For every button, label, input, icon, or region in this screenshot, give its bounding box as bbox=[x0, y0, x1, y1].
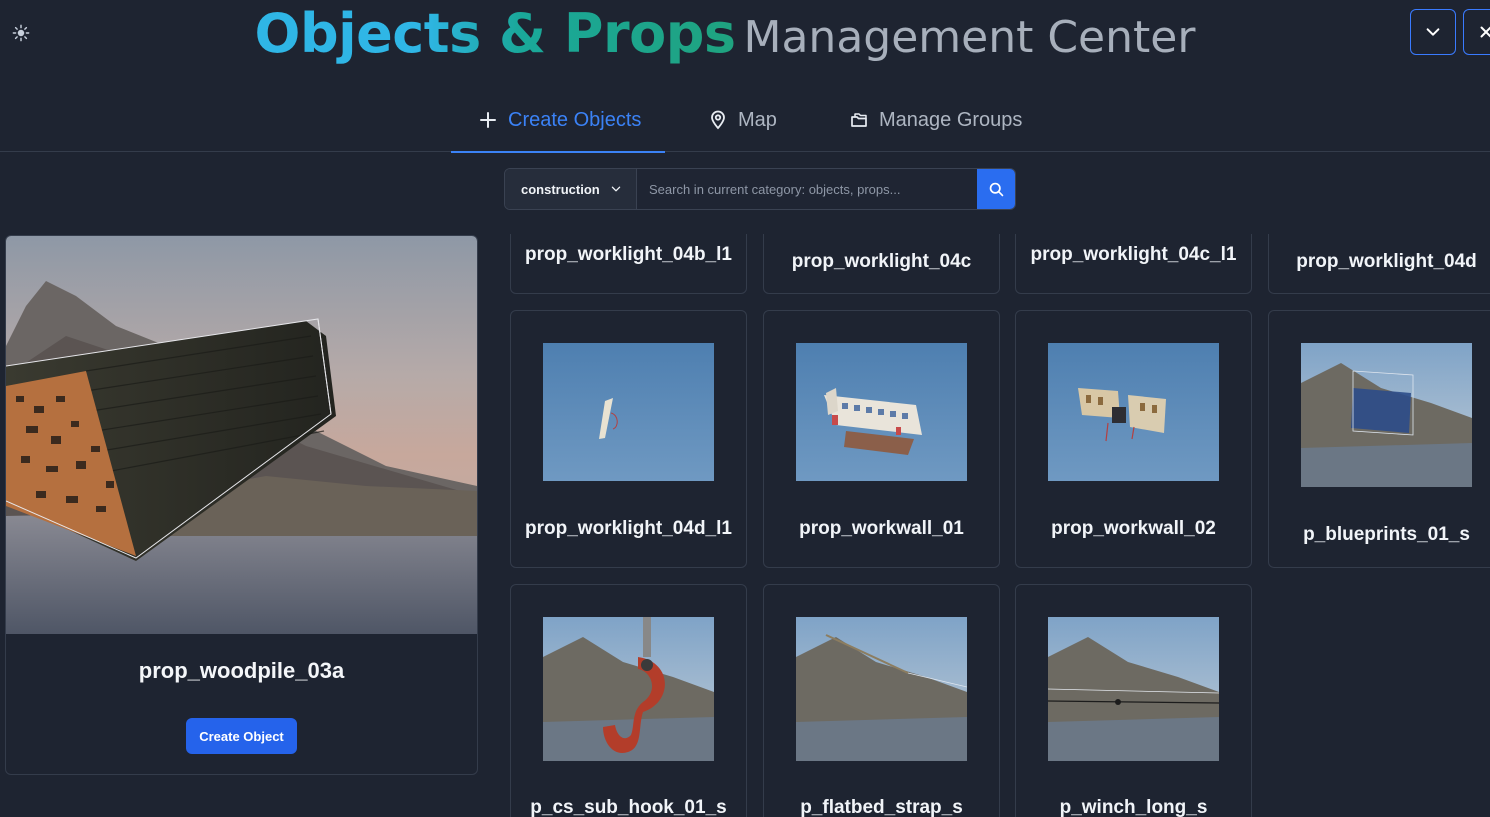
plus-icon bbox=[480, 112, 496, 128]
category-value: construction bbox=[521, 181, 600, 197]
tab-label: Manage Groups bbox=[879, 108, 1023, 131]
object-card[interactable]: prop_workwall_02 bbox=[1015, 310, 1252, 568]
object-thumbnail bbox=[796, 343, 967, 481]
object-name: prop_workwall_01 bbox=[799, 518, 964, 539]
create-object-button[interactable]: Create Object bbox=[186, 718, 297, 754]
close-button[interactable] bbox=[1463, 9, 1490, 55]
grid-clip bbox=[500, 212, 1490, 234]
tab-bar: Create Objects Map Manage Groups bbox=[0, 88, 1490, 153]
object-card[interactable]: p_cs_sub_hook_01_s bbox=[510, 584, 747, 817]
search-icon bbox=[989, 182, 1003, 196]
tab-manage-groups[interactable]: Manage Groups bbox=[849, 88, 1022, 152]
preview-image bbox=[6, 236, 477, 634]
object-card[interactable]: p_blueprints_01_s bbox=[1268, 310, 1490, 568]
tab-label: Map bbox=[738, 108, 777, 131]
object-name: prop_worklight_04d_l1 bbox=[525, 518, 732, 539]
object-thumbnail bbox=[1048, 343, 1219, 481]
object-thumbnail bbox=[1301, 343, 1472, 487]
object-thumbnail bbox=[1048, 617, 1219, 761]
object-name: p_flatbed_strap_s bbox=[800, 797, 963, 817]
object-card[interactable]: prop_workwall_01 bbox=[763, 310, 1000, 568]
map-pin-icon bbox=[711, 110, 725, 130]
page-title: Objects & Props Management Center bbox=[0, 2, 1450, 65]
object-card[interactable]: prop_worklight_04d_l1 bbox=[510, 310, 747, 568]
close-icon bbox=[1480, 26, 1490, 38]
object-name: prop_worklight_04c bbox=[791, 251, 972, 272]
object-thumbnail bbox=[796, 617, 967, 761]
folders-icon bbox=[851, 113, 867, 127]
tab-create-objects[interactable]: Create Objects bbox=[450, 88, 666, 153]
object-name: prop_worklight_04d bbox=[1296, 251, 1477, 272]
object-thumbnail bbox=[543, 343, 714, 481]
object-preview-card: prop_woodpile_03a Create Object bbox=[5, 235, 478, 775]
title-brand: Objects & Props bbox=[254, 2, 736, 65]
object-name: p_cs_sub_hook_01_s bbox=[530, 797, 727, 817]
category-select[interactable]: construction bbox=[505, 169, 637, 209]
collapse-button[interactable] bbox=[1410, 9, 1456, 55]
chevron-down-icon bbox=[611, 186, 621, 192]
tab-label: Create Objects bbox=[508, 108, 642, 131]
search-input[interactable] bbox=[637, 169, 977, 209]
search-button[interactable] bbox=[977, 169, 1015, 209]
object-name: prop_workwall_02 bbox=[1051, 518, 1216, 539]
object-name: prop_worklight_04b_l1 bbox=[525, 244, 732, 265]
object-card[interactable]: p_winch_long_s bbox=[1015, 584, 1252, 817]
search-bar: construction bbox=[504, 168, 1016, 210]
object-name: p_blueprints_01_s bbox=[1303, 524, 1470, 545]
preview-object-name: prop_woodpile_03a bbox=[138, 658, 345, 683]
object-name: prop_worklight_04c_l1 bbox=[1030, 244, 1237, 265]
tab-map[interactable]: Map bbox=[708, 88, 777, 152]
object-card[interactable]: p_flatbed_strap_s bbox=[763, 584, 1000, 817]
chevron-down-icon bbox=[1426, 28, 1440, 36]
object-thumbnail bbox=[543, 617, 714, 761]
object-name: p_winch_long_s bbox=[1059, 797, 1208, 817]
title-subtitle: Management Center bbox=[743, 12, 1196, 63]
